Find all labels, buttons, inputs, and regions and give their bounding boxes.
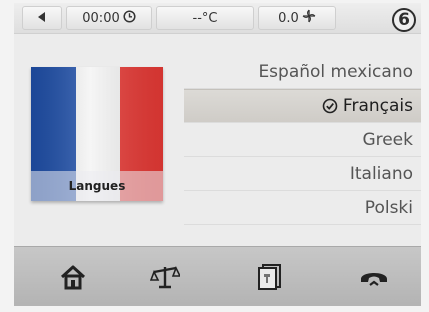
language-flag-card: Langues	[31, 67, 163, 201]
recipe-book-button[interactable]	[247, 255, 293, 299]
home-button[interactable]	[50, 255, 96, 299]
bottom-navigation	[14, 246, 421, 306]
fan-icon	[302, 9, 316, 27]
language-option-label: Greek	[362, 129, 413, 150]
status-bar: 00:00 --°C 0.0	[14, 3, 421, 34]
language-option-label: Français	[342, 96, 413, 116]
temperature-value: --°C	[192, 10, 218, 26]
temperature-display[interactable]: --°C	[156, 6, 254, 30]
language-option-greek[interactable]: Greek	[184, 123, 421, 157]
back-arrow-icon	[38, 11, 46, 26]
language-option-espanol-mexicano[interactable]: Español mexicano	[184, 55, 421, 89]
screen: 00:00 --°C 0.0 6 Langues Español mexican…	[14, 3, 421, 306]
flag-card-label: Langues	[31, 171, 163, 201]
checkmark-icon	[322, 98, 338, 114]
support-call-button[interactable]	[351, 255, 397, 299]
fan-value: 0.0	[278, 10, 299, 26]
language-option-label: Italiano	[349, 163, 413, 184]
home-icon	[60, 265, 86, 290]
timer-display[interactable]: 00:00	[66, 6, 152, 30]
language-list: Español mexicano Français Greek Italiano…	[184, 55, 421, 225]
timer-value: 00:00	[82, 10, 120, 26]
language-option-label: Polski	[364, 197, 413, 218]
scale-icon	[150, 266, 180, 289]
clock-icon	[123, 9, 136, 27]
phone-icon	[361, 273, 387, 286]
fan-display[interactable]: 0.0	[258, 6, 336, 30]
back-button[interactable]	[22, 6, 62, 30]
step-number-badge: 6	[392, 8, 416, 32]
language-option-francais[interactable]: Français	[184, 89, 421, 123]
language-option-label: Español mexicano	[258, 61, 413, 82]
scale-button[interactable]	[142, 255, 188, 299]
book-icon	[258, 264, 281, 290]
language-option-italiano[interactable]: Italiano	[184, 157, 421, 191]
language-option-polski[interactable]: Polski	[184, 191, 421, 225]
